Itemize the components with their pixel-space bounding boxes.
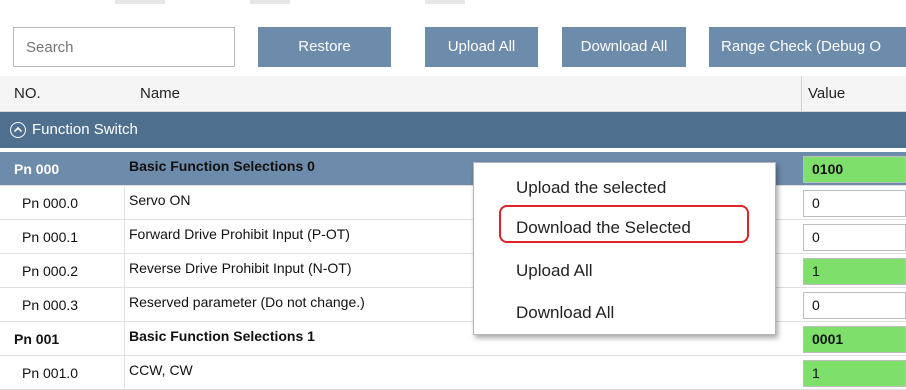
top-chip <box>115 0 165 4</box>
row-no: Pn 000 <box>14 161 60 177</box>
row-name: Reserved parameter (Do not change.) <box>129 294 365 310</box>
row-value[interactable]: 0 <box>803 224 906 251</box>
menu-item-upload-all[interactable]: Upload All <box>516 261 593 281</box>
collapse-icon[interactable] <box>10 122 26 138</box>
row-no: Pn 000.2 <box>22 263 79 279</box>
row-no: Pn 001 <box>14 331 60 347</box>
cell-divider <box>124 288 125 322</box>
row-name: Servo ON <box>129 192 191 208</box>
row-value[interactable]: 0001 <box>803 326 906 353</box>
restore-button[interactable]: Restore <box>258 27 391 67</box>
row-value[interactable]: 0100 <box>803 156 906 183</box>
menu-item-download-all[interactable]: Download All <box>516 303 614 323</box>
search-input[interactable] <box>13 27 235 67</box>
menu-item-upload-selected[interactable]: Upload the selected <box>516 178 666 198</box>
upload-all-button[interactable]: Upload All <box>425 27 538 67</box>
row-name: Forward Drive Prohibit Input (P-OT) <box>129 226 350 242</box>
top-chip <box>250 0 290 4</box>
row-value[interactable]: 1 <box>803 360 906 387</box>
row-no: Pn 001.0 <box>22 365 79 381</box>
row-name: Reverse Drive Prohibit Input (N-OT) <box>129 260 352 276</box>
column-divider <box>801 76 802 111</box>
row-name: Basic Function Selections 0 <box>129 158 315 174</box>
row-value[interactable]: 1 <box>803 258 906 285</box>
row-no: Pn 000.3 <box>22 297 79 313</box>
column-header-no[interactable]: NO. <box>14 85 41 102</box>
cell-divider <box>124 254 125 288</box>
group-label: Function Switch <box>32 121 138 138</box>
row-value[interactable]: 0 <box>803 190 906 217</box>
context-menu: Upload the selected Download the Selecte… <box>473 162 776 335</box>
cell-divider <box>124 322 125 356</box>
column-header-value[interactable]: Value <box>808 85 845 102</box>
download-all-button[interactable]: Download All <box>562 27 686 67</box>
row-name: Basic Function Selections 1 <box>129 328 315 344</box>
cell-divider <box>124 186 125 220</box>
table-row[interactable]: Pn 001.0 CCW, CW 1 <box>0 356 906 390</box>
row-value[interactable]: 0 <box>803 292 906 319</box>
grid-header: NO. Name Value <box>0 76 906 112</box>
group-row-function-switch[interactable]: Function Switch <box>0 112 906 148</box>
menu-item-download-selected[interactable]: Download the Selected <box>516 218 691 238</box>
cell-divider <box>124 220 125 254</box>
row-name: CCW, CW <box>129 362 193 378</box>
toolbar: Restore Upload All Download All Range Ch… <box>0 8 906 70</box>
row-no: Pn 000.1 <box>22 229 79 245</box>
top-strip <box>0 0 906 8</box>
top-chip <box>425 0 465 4</box>
row-no: Pn 000.0 <box>22 195 79 211</box>
range-check-button[interactable]: Range Check (Debug O <box>709 27 906 67</box>
cell-divider <box>124 356 125 390</box>
column-header-name[interactable]: Name <box>140 85 180 102</box>
